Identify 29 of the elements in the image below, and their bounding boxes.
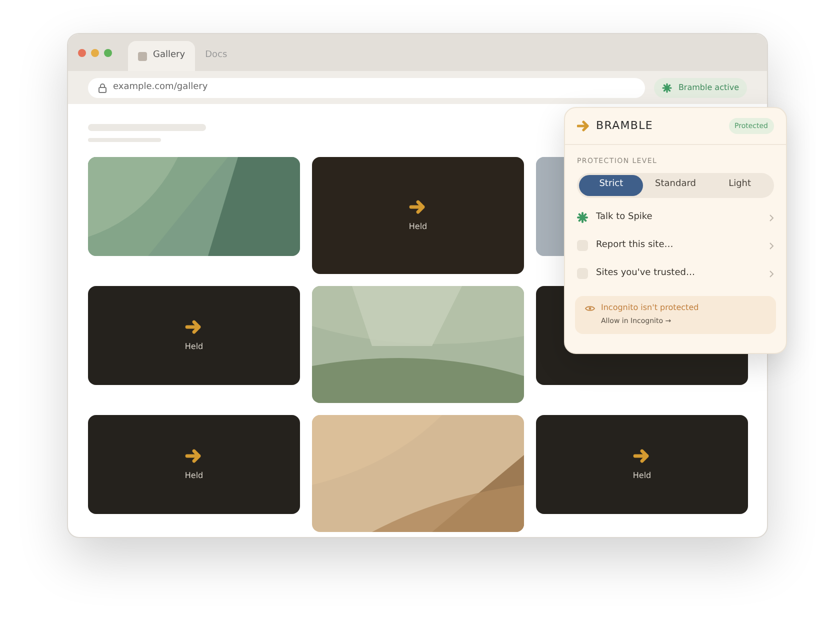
- url-text: example.com/gallery: [113, 80, 208, 94]
- level-option[interactable]: Strict: [579, 174, 644, 196]
- chevron-icon: [769, 242, 774, 250]
- eye-icon: [585, 304, 595, 312]
- chevron-icon: [769, 214, 774, 222]
- held-label: Held: [408, 220, 428, 232]
- menu-item[interactable]: Sites you've trusted…: [577, 260, 774, 288]
- arrow-icon: [633, 448, 651, 464]
- address-field[interactable]: example.com/gallery: [88, 78, 646, 98]
- spark-icon: [662, 82, 672, 92]
- spark-icon: [577, 212, 588, 223]
- held-label: Held: [184, 470, 204, 482]
- brand-name: BRAMBLE: [596, 118, 654, 134]
- held-label: Held: [184, 340, 204, 352]
- notice-title: Incognito isn't protected: [601, 302, 699, 314]
- page-icon: [138, 52, 147, 60]
- menu-item[interactable]: Report this site…: [577, 232, 774, 260]
- browser-tab[interactable]: Gallery: [128, 41, 196, 71]
- arrow-icon: [577, 120, 590, 132]
- menu-item[interactable]: Talk to Spike: [577, 204, 774, 232]
- level-option[interactable]: Light: [708, 174, 772, 196]
- arrow-icon: [185, 318, 203, 334]
- chevron-icon: [769, 270, 774, 278]
- arrow-icon: [185, 448, 203, 464]
- level-option[interactable]: Standard: [643, 174, 708, 196]
- lock-icon: [98, 82, 107, 92]
- extension-badge[interactable]: Bramble active: [654, 78, 747, 98]
- arrow-icon: [409, 198, 427, 214]
- held-label: Held: [632, 470, 652, 482]
